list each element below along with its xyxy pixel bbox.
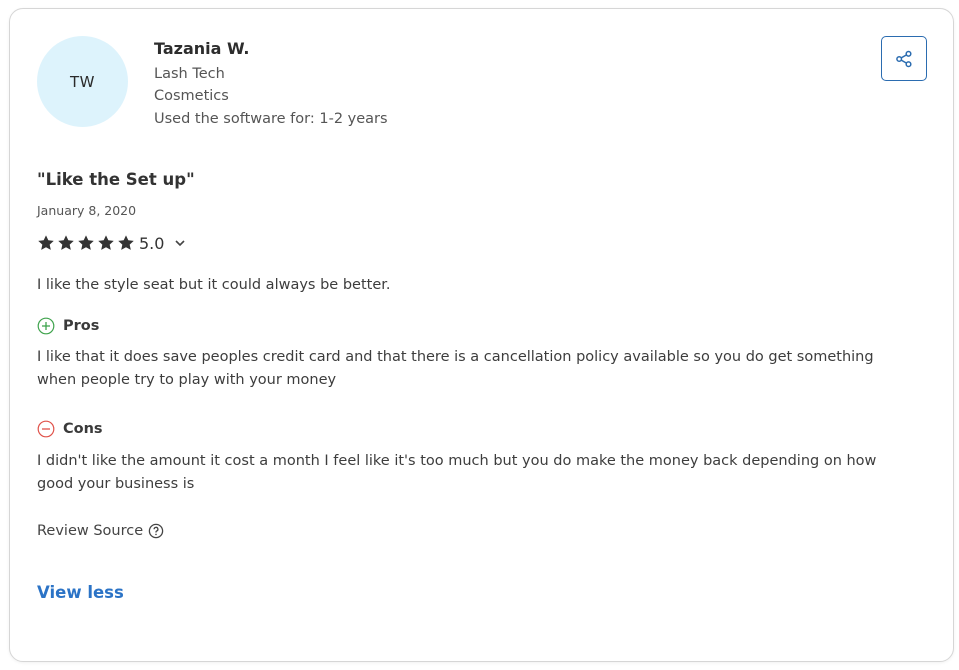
cons-text: I didn't like the amount it cost a month… — [37, 453, 877, 492]
avatar-initials: TW — [70, 72, 95, 91]
star-icon — [98, 235, 114, 250]
star-rating — [37, 234, 135, 252]
review-title: "Like the Set up" — [37, 170, 195, 189]
share-icon — [896, 50, 912, 67]
chevron-down-icon — [175, 240, 186, 247]
reviewer-industry: Cosmetics — [154, 88, 229, 104]
review-source-label: Review Source — [37, 523, 144, 539]
view-less-link[interactable]: View less — [37, 583, 124, 602]
avatar: TW — [37, 36, 128, 127]
review-source: Review Source — [37, 523, 164, 539]
review-card: TW Tazania W. Lash Tech Cosmetics Used t… — [9, 8, 954, 662]
star-icon — [38, 235, 54, 250]
reviewer-role: Lash Tech — [154, 66, 225, 82]
pros-text: I like that it does save peoples credit … — [37, 349, 874, 388]
question-circle-icon — [148, 523, 164, 539]
star-icon — [78, 235, 94, 250]
review-summary: I like the style seat but it could alway… — [37, 277, 391, 293]
share-button[interactable] — [881, 36, 927, 81]
rating-score: 5.0 — [139, 233, 165, 253]
pros-heading: Pros — [37, 317, 99, 335]
plus-circle-icon — [37, 317, 55, 335]
cons-heading: Cons — [37, 420, 103, 438]
pros-label: Pros — [63, 318, 100, 334]
rating-row: 5.0 — [37, 232, 186, 254]
cons-label: Cons — [63, 421, 103, 437]
review-source-help[interactable] — [148, 523, 164, 539]
reviewer-name: Tazania W. — [154, 39, 250, 58]
minus-circle-icon — [37, 420, 55, 438]
rating-expand-toggle[interactable] — [174, 237, 186, 249]
star-icon — [118, 235, 134, 250]
star-icon — [58, 235, 74, 250]
review-date: January 8, 2020 — [37, 203, 137, 218]
reviewer-usage: Used the software for: 1-2 years — [154, 111, 388, 127]
